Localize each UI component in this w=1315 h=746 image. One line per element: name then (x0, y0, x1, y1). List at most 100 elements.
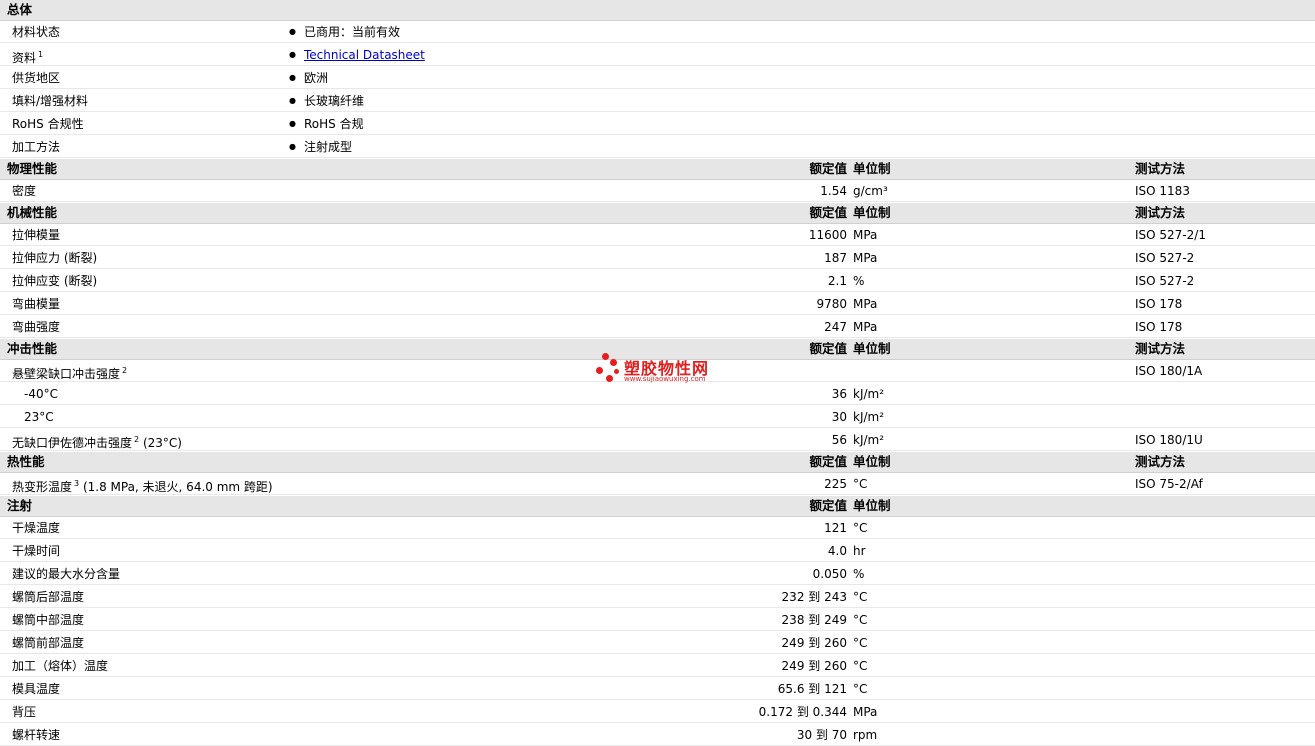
property-value: RoHS 合规 (289, 113, 364, 137)
property-label: 弯曲强度 (12, 320, 61, 334)
column-header-unit: 单位制 (853, 498, 891, 513)
property-value: 121 (824, 521, 847, 535)
property-value: 36 (831, 387, 847, 401)
column-header-test: 测试方法 (1135, 454, 1186, 469)
test-method: ISO 178 (1135, 297, 1183, 311)
property-name: 23°C (24, 406, 54, 428)
property-unit: % (853, 274, 865, 288)
property-name: 拉伸应力 (断裂) (12, 247, 97, 269)
property-name: 无缺口伊佐德冲击强度 2 (23°C) (12, 429, 182, 454)
property-unit: °C (853, 590, 868, 604)
property-name: 悬壁梁缺口冲击强度 2 (12, 360, 127, 385)
table-row: 加工方法 注射成型 (0, 136, 1315, 158)
test-method: ISO 180/1U (1135, 433, 1203, 447)
property-label: 加工（熔体）温度 (12, 659, 109, 673)
property-value: 247 (824, 320, 847, 334)
column-header-value: 额定值 (809, 498, 847, 513)
property-unit: MPa (853, 705, 878, 719)
property-value: 0.050 (812, 567, 847, 581)
property-value: 187 (824, 251, 847, 265)
table-row: 拉伸模量 11600 MPa ISO 527-2/1 (0, 224, 1315, 246)
table-row: RoHS 合规性 RoHS 合规 (0, 113, 1315, 135)
property-name: 模具温度 (12, 678, 60, 700)
property-name: 干燥时间 (12, 540, 60, 562)
property-name: 建议的最大水分含量 (12, 563, 120, 585)
watermark-url: www.sujiaowuxing.com (624, 375, 706, 383)
property-label: 拉伸应变 (断裂) (12, 274, 98, 288)
property-label: 螺杆转速 (12, 728, 61, 742)
property-label: 模具温度 (12, 682, 61, 696)
property-label: -40°C (24, 387, 58, 401)
property-label: 资料 (12, 51, 37, 65)
property-unit: MPa (853, 251, 878, 265)
property-name: 拉伸模量 (12, 224, 60, 246)
property-name: 螺杆转速 (12, 724, 60, 746)
table-row: 密度 1.54 g/cm³ ISO 1183 (0, 180, 1315, 202)
property-label: 建议的最大水分含量 (12, 567, 121, 581)
property-name: 螺筒后部温度 (12, 586, 84, 608)
table-row: 供货地区 欧洲 (0, 67, 1315, 89)
value-text: RoHS 合规 (303, 117, 364, 131)
column-header-test: 测试方法 (1135, 205, 1186, 220)
section-title: 物理性能 (7, 161, 58, 176)
value-text: 注射成型 (303, 140, 352, 154)
column-header-value: 额定值 (809, 205, 847, 220)
section-title: 注射 (7, 498, 33, 513)
property-value: 1.54 (820, 184, 847, 198)
table-row: 填料/增强材料 长玻璃纤维 (0, 90, 1315, 112)
property-condition: (23°C) (142, 436, 182, 450)
datasheet-link[interactable]: Technical Datasheet (304, 48, 425, 62)
property-label: 热变形温度 (12, 480, 73, 494)
property-name: 加工方法 (12, 136, 60, 158)
property-unit: °C (853, 477, 868, 491)
section-header: 热性能 额定值 单位制 测试方法 (0, 452, 1315, 473)
table-row: 拉伸应力 (断裂) 187 MPa ISO 527-2 (0, 247, 1315, 269)
property-label: 螺筒后部温度 (12, 590, 85, 604)
column-header-unit: 单位制 (853, 341, 891, 356)
property-unit: MPa (853, 320, 878, 334)
property-unit: MPa (853, 297, 878, 311)
section-title: 机械性能 (7, 205, 58, 220)
property-value: 注射成型 (289, 136, 352, 160)
property-name: 供货地区 (12, 67, 60, 89)
section-header: 注射 额定值 单位制 (0, 496, 1315, 517)
property-label: 弯曲模量 (12, 297, 61, 311)
property-label: 无缺口伊佐德冲击强度 (12, 436, 133, 450)
property-value: 238 到 249 (781, 613, 847, 627)
property-name: 密度 (12, 180, 36, 202)
property-value: Technical Datasheet (289, 44, 425, 68)
property-label: 干燥温度 (12, 521, 61, 535)
table-row: 23°C 30 kJ/m² (0, 406, 1315, 428)
table-row: 建议的最大水分含量 0.050% (0, 563, 1315, 585)
property-unit: kJ/m² (853, 433, 885, 447)
column-header-test: 测试方法 (1135, 161, 1186, 176)
property-unit: kJ/m² (853, 410, 885, 424)
property-condition: (1.8 MPa, 未退火, 64.0 mm 跨距) (82, 480, 273, 494)
property-name: 加工（熔体）温度 (12, 655, 108, 677)
footnote-marker: 1 (38, 50, 44, 59)
test-method: ISO 527-2/1 (1135, 228, 1206, 242)
section-header: 总体 (0, 0, 1315, 21)
footnote-marker: 3 (74, 479, 80, 488)
property-label: RoHS 合规性 (12, 117, 84, 131)
property-value: 232 到 243 (781, 590, 847, 604)
test-method: ISO 527-2 (1135, 274, 1195, 288)
property-name: 干燥温度 (12, 517, 60, 539)
table-row: 干燥时间 4.0 hr (0, 540, 1315, 562)
property-label: 密度 (12, 184, 37, 198)
property-unit: g/cm³ (853, 184, 888, 198)
property-label: 供货地区 (12, 71, 61, 85)
property-label: 背压 (12, 705, 37, 719)
property-unit: % (853, 567, 865, 581)
table-row: 螺筒后部温度 232 到 243 °C (0, 586, 1315, 608)
column-header-unit: 单位制 (853, 161, 891, 176)
property-label: 填料/增强材料 (12, 94, 89, 108)
section-title: 热性能 (7, 454, 45, 469)
property-label: 悬壁梁缺口冲击强度 (12, 367, 121, 381)
watermark-logo: 塑胶物性网 www.sujiaowuxing.com (596, 353, 726, 391)
section-title: 总体 (7, 2, 33, 17)
section-header: 物理性能 额定值 单位制 测试方法 (0, 159, 1315, 180)
column-header-unit: 单位制 (853, 454, 891, 469)
test-method: ISO 178 (1135, 320, 1183, 334)
property-name: 背压 (12, 701, 36, 723)
